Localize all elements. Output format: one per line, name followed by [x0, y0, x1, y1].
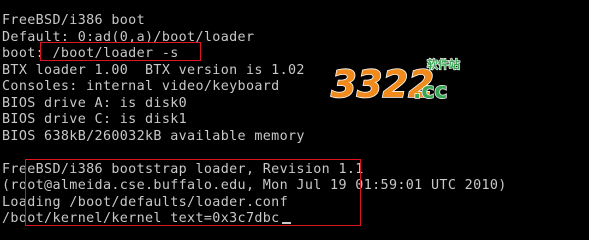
console-line-7: BIOS drive C: is disk1: [2, 112, 188, 127]
console-line-1: FreeBSD/i386 boot: [2, 13, 146, 28]
console-line-4: BTX loader 1.00 BTX version is 1.02: [2, 62, 305, 78]
console-line-3: boot: /boot/loader -s: [2, 46, 179, 61]
console-line-8: BIOS 638kB/260032kB available memory: [2, 128, 305, 144]
console-line-5: Consoles: internal video/keyboard: [2, 79, 280, 94]
console-line-6: BIOS drive A: is disk0: [2, 95, 188, 111]
watermark-domain: .cc: [413, 79, 447, 104]
site-watermark-logo: 3322 软件站 .cc: [329, 54, 479, 108]
console-line-12: Loading /boot/defaults/loader.conf: [2, 194, 289, 210]
console-line-13-text: /boot/kernel/kernel text=0x3c7dbc: [2, 211, 280, 226]
watermark-site-name: 软件站: [427, 57, 460, 71]
console-line-13: /boot/kernel/kernel text=0x3c7dbc: [2, 211, 291, 228]
boot-console: — FreeBSD/i386 boot Default: 0:ad(0,a)/b…: [0, 0, 589, 226]
text-cursor: [281, 222, 291, 224]
console-line-10: FreeBSD/i386 bootstrap loader, Revision …: [2, 161, 364, 177]
console-line-fragment: —: [2, 0, 10, 6]
watermark-logo-graphic: 3322 软件站 .cc: [330, 56, 460, 106]
console-line-2: Default: 0:ad(0,a)/boot/loader: [2, 29, 255, 45]
console-line-11: (root@almeida.cse.buffalo.edu, Mon Jul 1…: [2, 178, 507, 193]
